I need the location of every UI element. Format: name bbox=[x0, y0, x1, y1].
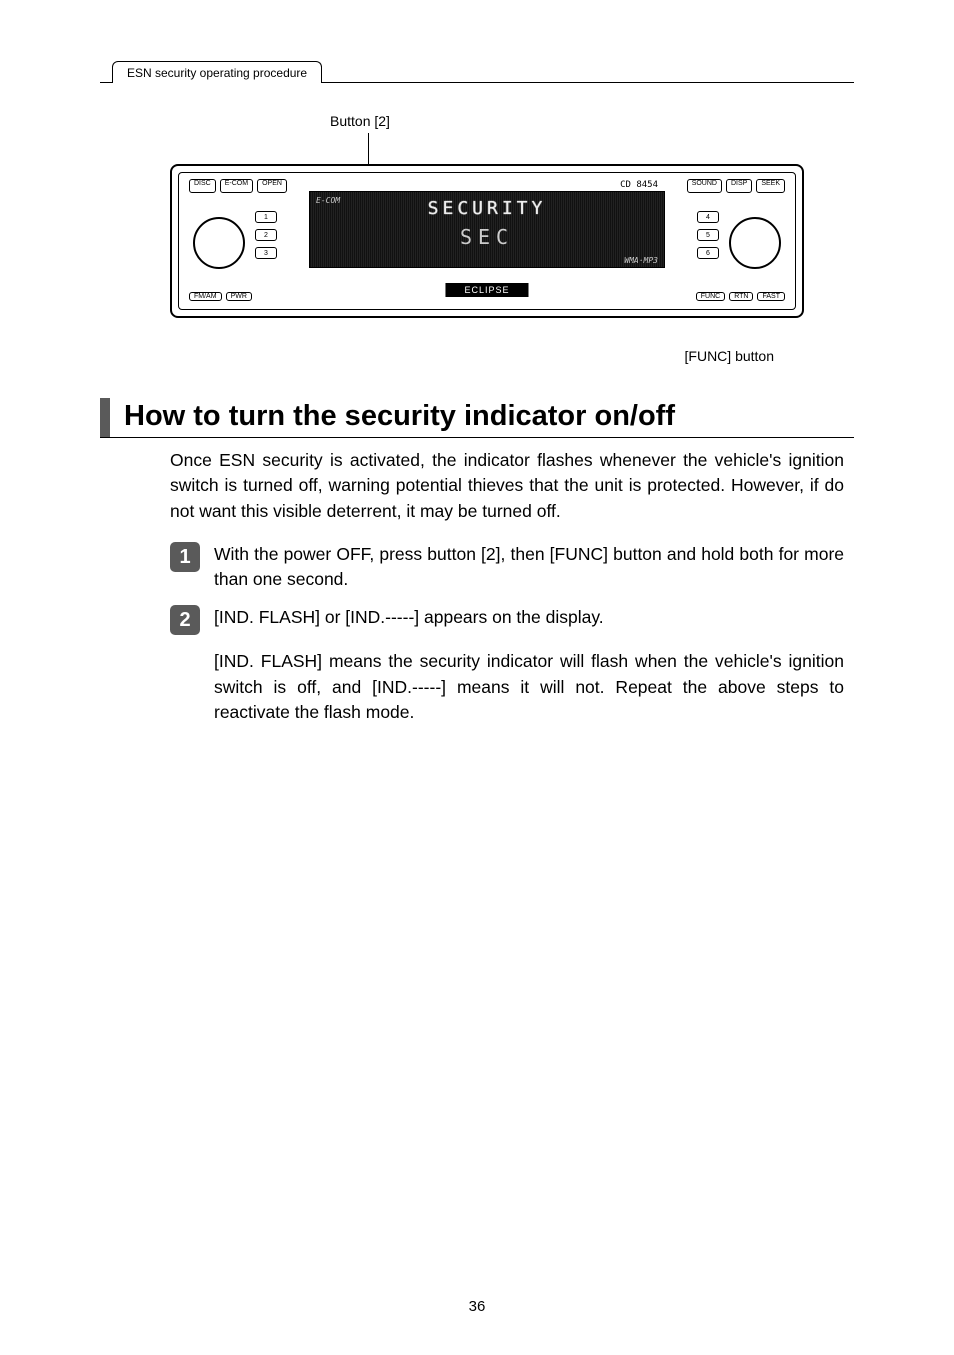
func-button: FUNC bbox=[696, 292, 725, 301]
intro-paragraph: Once ESN security is activated, the indi… bbox=[170, 448, 844, 524]
page-number: 36 bbox=[0, 1298, 954, 1315]
left-preset-column: 1 2 3 bbox=[255, 211, 277, 265]
lcd-line-sec: SEC bbox=[310, 225, 664, 249]
callout-line-bottom bbox=[688, 316, 689, 318]
step-2-subtext: [IND. FLASH] means the security indicato… bbox=[214, 649, 844, 725]
lcd-badges: WMA·MP3 bbox=[624, 256, 658, 265]
step-1-text: With the power OFF, press button [2], th… bbox=[214, 542, 844, 591]
left-knob bbox=[193, 217, 245, 269]
model-label: CD 8454 bbox=[620, 180, 658, 190]
open-button: OPEN bbox=[257, 179, 287, 193]
step-number-2: 2 bbox=[170, 605, 200, 635]
header-tab: ESN security operating procedure bbox=[112, 61, 322, 83]
preset-4: 4 bbox=[697, 211, 719, 223]
callout-button-2: Button [2] bbox=[330, 113, 804, 129]
section-title: How to turn the security indicator on/of… bbox=[124, 398, 675, 437]
step-2-text: [IND. FLASH] or [IND.-----] appears on t… bbox=[214, 605, 844, 635]
disp-button: DISP bbox=[726, 179, 752, 193]
preset-2: 2 bbox=[255, 229, 277, 241]
preset-3: 3 bbox=[255, 247, 277, 259]
rtn-button: RTN bbox=[729, 292, 753, 301]
step-number-1: 1 bbox=[170, 542, 200, 572]
header-rule: ESN security operating procedure bbox=[100, 60, 854, 83]
pwr-button: PWR bbox=[226, 292, 252, 301]
sound-button: SOUND bbox=[687, 179, 722, 193]
seek-button: SEEK bbox=[756, 179, 785, 193]
section-heading-bar bbox=[100, 398, 110, 437]
disc-button: DISC bbox=[189, 179, 216, 193]
car-stereo-device: DISC E-COM OPEN SOUND DISP SEEK 1 2 3 bbox=[170, 164, 804, 318]
section-heading: How to turn the security indicator on/of… bbox=[100, 398, 854, 438]
device-diagram: Button [2] DISC E-COM OPEN SOUND DISP SE… bbox=[170, 113, 804, 364]
preset-5: 5 bbox=[697, 229, 719, 241]
device-bottom-row: FM/AM PWR ECLIPSE FUNC RTN FAST bbox=[189, 289, 785, 303]
lcd-display: E-COM CD 8454 SECURITY SEC WMA·MP3 bbox=[309, 191, 665, 268]
lcd-line-security: SECURITY bbox=[310, 198, 664, 219]
right-knob bbox=[729, 217, 781, 269]
right-preset-column: 4 5 6 bbox=[697, 211, 719, 265]
fast-button: FAST bbox=[757, 292, 785, 301]
preset-1: 1 bbox=[255, 211, 277, 223]
brand-label: ECLIPSE bbox=[445, 283, 528, 297]
lcd-ecom-badge: E-COM bbox=[316, 196, 340, 205]
preset-6: 6 bbox=[697, 247, 719, 259]
fm-am-button: FM/AM bbox=[189, 292, 222, 301]
callout-line-top bbox=[368, 133, 369, 168]
callout-func-button: [FUNC] button bbox=[170, 348, 774, 364]
step-1: 1 With the power OFF, press button [2], … bbox=[170, 542, 844, 591]
step-2: 2 [IND. FLASH] or [IND.-----] appears on… bbox=[170, 605, 844, 635]
device-inner-frame: DISC E-COM OPEN SOUND DISP SEEK 1 2 3 bbox=[178, 172, 796, 310]
ecom-button: E-COM bbox=[220, 179, 253, 193]
